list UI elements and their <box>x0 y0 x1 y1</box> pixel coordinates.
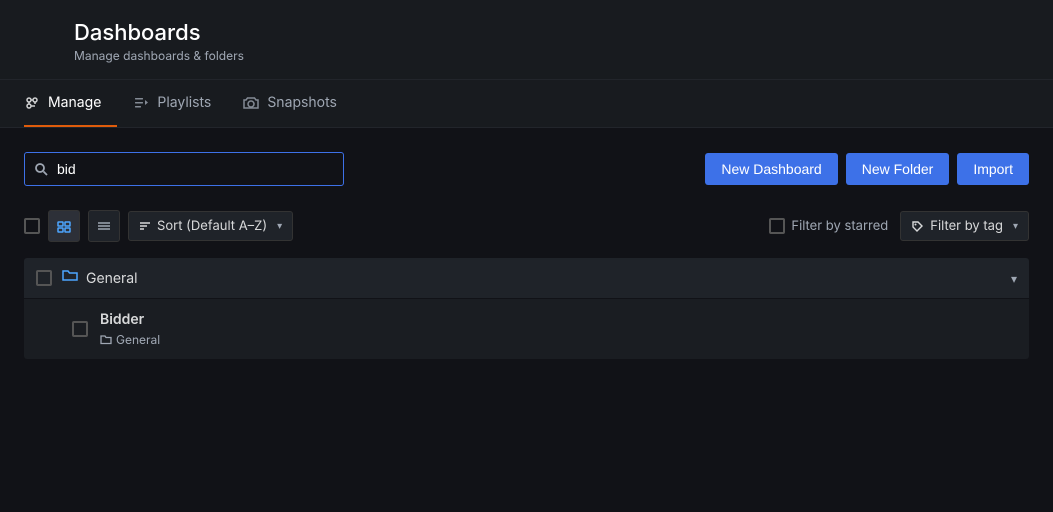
sort-dropdown[interactable]: Sort (Default A–Z) ▾ <box>128 211 293 241</box>
tab-playlists-label: Playlists <box>157 94 211 111</box>
item-name-bidder: Bidder <box>100 311 1017 328</box>
new-folder-button[interactable]: New Folder <box>846 153 950 185</box>
page-subtitle: Manage dashboards & folders <box>74 48 244 63</box>
import-button[interactable]: Import <box>957 153 1029 185</box>
filter-starred-checkbox[interactable] <box>769 218 785 234</box>
folder-section: General ▾ Bidder General <box>24 258 1029 359</box>
tab-bar: Manage Playlists Snapshots <box>0 80 1053 128</box>
list-view-button[interactable] <box>88 210 120 242</box>
tab-playlists[interactable]: Playlists <box>117 80 227 127</box>
search-icon <box>34 162 48 176</box>
main-content: New Dashboard New Folder Import <box>0 128 1053 383</box>
dashboard-item-bidder[interactable]: Bidder General <box>24 299 1029 359</box>
app-logo <box>24 24 60 60</box>
search-container <box>24 152 344 186</box>
folder-checkbox-general[interactable] <box>36 270 52 286</box>
tab-manage[interactable]: Manage <box>24 80 117 127</box>
snapshots-icon <box>243 95 259 111</box>
playlists-icon <box>133 95 149 111</box>
tab-snapshots-label: Snapshots <box>267 94 337 111</box>
filter-starred-label[interactable]: Filter by starred <box>769 218 888 234</box>
folder-icon <box>62 268 78 288</box>
sort-chevron-icon: ▾ <box>277 220 282 232</box>
tab-manage-label: Manage <box>48 94 101 111</box>
tab-snapshots[interactable]: Snapshots <box>227 80 353 127</box>
folder-view-button[interactable] <box>48 210 80 242</box>
filter-row: Sort (Default A–Z) ▾ Filter by starred F… <box>24 202 1029 250</box>
folder-name-general: General <box>86 270 1011 287</box>
new-dashboard-button[interactable]: New Dashboard <box>705 153 837 185</box>
page-title: Dashboards <box>74 20 244 46</box>
item-checkbox-bidder[interactable] <box>72 321 88 337</box>
search-input[interactable] <box>24 152 344 186</box>
filter-left: Sort (Default A–Z) ▾ <box>24 210 293 242</box>
sort-label: Sort (Default A–Z) <box>157 218 267 234</box>
page-header: Dashboards Manage dashboards & folders <box>0 0 1053 80</box>
header-text-group: Dashboards Manage dashboards & folders <box>74 20 244 63</box>
sort-icon <box>139 220 151 232</box>
select-all-checkbox[interactable] <box>24 218 40 234</box>
folder-row-general[interactable]: General ▾ <box>24 258 1029 298</box>
filter-right: Filter by starred Filter by tag ▾ <box>769 211 1029 241</box>
toolbar: New Dashboard New Folder Import <box>24 152 1029 186</box>
manage-icon <box>24 95 40 111</box>
item-info-bidder: Bidder General <box>100 311 1017 347</box>
filter-tag-dropdown[interactable]: Filter by tag ▾ <box>900 211 1029 241</box>
tag-chevron-icon: ▾ <box>1013 220 1018 232</box>
folder-expand-icon: ▾ <box>1011 271 1017 286</box>
item-folder-icon <box>100 334 112 346</box>
action-buttons: New Dashboard New Folder Import <box>705 153 1029 185</box>
tag-icon <box>911 220 924 233</box>
item-path-bidder: General <box>100 332 1017 347</box>
